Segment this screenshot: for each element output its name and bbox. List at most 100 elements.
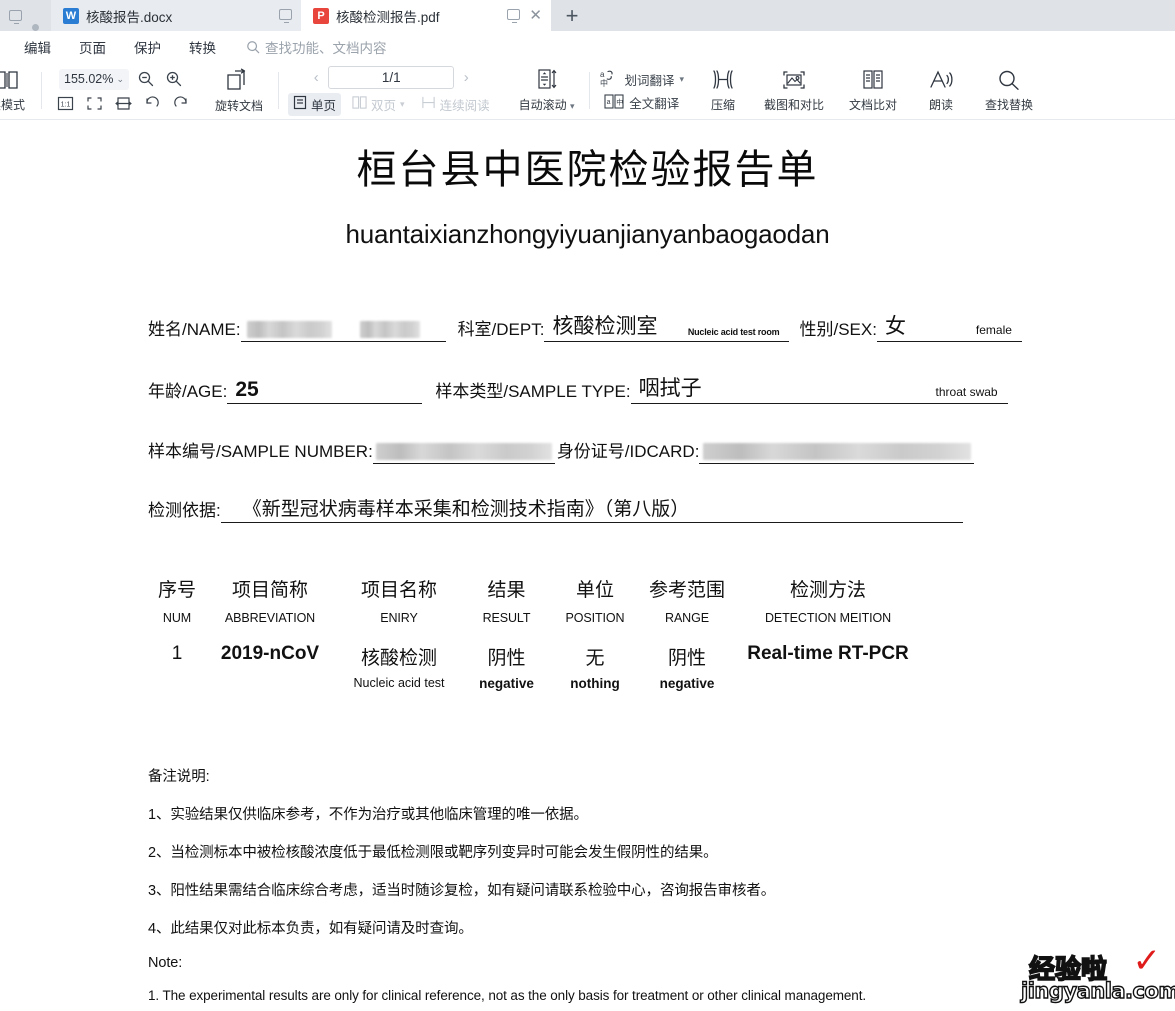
auto-scroll-button[interactable]: 自动滚动 ▾ bbox=[515, 68, 579, 113]
table-header-cell: 参考范围 RANGE bbox=[648, 580, 725, 625]
tab-pdf[interactable]: P 核酸检测报告.pdf ✕ bbox=[301, 0, 551, 31]
pdf-page[interactable]: 桓台县中医院检验报告单 huantaixianzhongyiyuanjianya… bbox=[0, 120, 1175, 1011]
toolbar-readaloud-group: 朗读 bbox=[912, 62, 972, 119]
page-subtitle: huantaixianzhongyiyuanjianyanbaogaodan bbox=[345, 219, 830, 249]
zoom-level-value: 155.02% bbox=[64, 72, 114, 86]
chevron-down-icon: ▾ bbox=[679, 73, 685, 84]
tab-label: 核酸报告.docx bbox=[86, 9, 173, 25]
book-icon bbox=[0, 69, 19, 94]
menu-item-protect[interactable]: 保护 bbox=[120, 37, 175, 57]
app-window: W 核酸报告.docx P 核酸检测报告.pdf ✕ + 编辑 页面 保护 转换 bbox=[0, 0, 1175, 1011]
sample-type-value-cn: 咽拭子 bbox=[638, 377, 702, 400]
basis-value-text: 《新型冠状病毒样本采集和检测技术指南》（第八版） bbox=[242, 498, 690, 520]
auto-scroll-label: 自动滚动 ▾ bbox=[518, 98, 575, 112]
toolbar-doccompare-group: 文档比对 bbox=[836, 62, 912, 119]
svg-text:a: a bbox=[607, 99, 611, 106]
toolbar-findreplace-group: 查找替换 bbox=[972, 62, 1048, 119]
notes-heading-en: Note: bbox=[148, 955, 183, 971]
read-aloud-label: 朗读 bbox=[929, 97, 954, 112]
svg-text:中: 中 bbox=[616, 97, 623, 106]
compress-button[interactable]: 压缩 bbox=[700, 69, 746, 113]
zoom-in-button[interactable] bbox=[163, 68, 185, 90]
basis-label: 检测依据: bbox=[148, 501, 221, 520]
actual-size-button[interactable]: 1:1 bbox=[55, 93, 75, 113]
next-page-button[interactable]: › bbox=[459, 69, 473, 86]
word-translate-icon: a 中 bbox=[599, 69, 619, 90]
table-cell: 2019-nCoV bbox=[220, 643, 320, 664]
fit-width-button[interactable] bbox=[113, 93, 133, 113]
table-row: 1 2019-nCoV 核酸检测 Nucleic acid test 阴性 ne… bbox=[148, 625, 1028, 691]
note-line-cn: 2、当检测标本中被检核酸浓度低于最低检测限或靶序列变异时可能会发生假阴性的结果。 bbox=[148, 845, 718, 861]
name-label: 姓名/NAME: bbox=[148, 320, 241, 339]
double-page-label: 双页 bbox=[371, 98, 397, 113]
menu-item-edit[interactable]: 编辑 bbox=[10, 37, 65, 57]
dept-value-en: Nucleic acid test room bbox=[687, 327, 780, 337]
single-page-icon bbox=[293, 95, 307, 113]
search-icon bbox=[246, 40, 260, 54]
search-input[interactable]: 查找功能、文档内容 bbox=[246, 37, 387, 57]
svg-text:a: a bbox=[600, 70, 605, 79]
single-page-button[interactable]: 单页 bbox=[288, 92, 342, 116]
table-header-cell: 项目简称 ABBREVIATION bbox=[224, 580, 316, 625]
results-table: 序号 NUM 项目简称 ABBREVIATION 项目名称 ENIRY 结果 R… bbox=[148, 575, 1028, 691]
window-menu-icon[interactable] bbox=[0, 0, 30, 31]
close-icon[interactable]: ✕ bbox=[529, 8, 542, 23]
find-replace-icon bbox=[996, 69, 1022, 94]
tab-monitor-icon[interactable] bbox=[507, 8, 521, 23]
menu-bar: 编辑 页面 保护 转换 查找功能、文档内容 bbox=[0, 31, 1175, 62]
table-header-cell: 项目名称 ENIRY bbox=[360, 580, 437, 625]
table-header-cell: 结果 RESULT bbox=[482, 580, 531, 625]
info-row-1: 姓名/NAME: 科室/DEPT: 核酸检测室 Nucleic acid tes… bbox=[148, 310, 1022, 342]
table-header-row: 序号 NUM 项目简称 ABBREVIATION 项目名称 ENIRY 结果 R… bbox=[148, 575, 1028, 625]
sex-value-en: female bbox=[975, 323, 1012, 337]
rotate-left-button[interactable] bbox=[142, 93, 162, 113]
rotate-right-button[interactable] bbox=[171, 93, 191, 113]
note-line-cn: 3、阳性结果需结合临床综合考虑，适当时随诊复检，如有疑问请联系检验中心，咨询报告… bbox=[148, 883, 776, 899]
auto-scroll-icon bbox=[535, 68, 559, 94]
table-cell: 1 bbox=[171, 643, 183, 664]
sample-type-value: 咽拭子 throat swab bbox=[630, 372, 1008, 404]
doc-compare-label: 文档比对 bbox=[849, 97, 898, 112]
doc-compare-button[interactable]: 文档比对 bbox=[842, 69, 904, 113]
info-row-4: 检测依据: 《新型冠状病毒样本采集和检测技术指南》（第八版） bbox=[148, 494, 1012, 523]
toolbar-divider bbox=[41, 72, 42, 109]
table-header-cell: 单位 POSITION bbox=[565, 580, 625, 625]
age-value-number: 25 bbox=[235, 378, 259, 401]
compress-icon bbox=[710, 69, 736, 94]
screenshot-compare-button[interactable]: 截图和对比 bbox=[760, 69, 828, 113]
tab-docx[interactable]: W 核酸报告.docx bbox=[51, 0, 301, 31]
word-translate-button[interactable]: a 中 划词翻译 ▾ bbox=[599, 69, 684, 90]
read-aloud-button[interactable]: 朗读 bbox=[918, 69, 964, 113]
word-icon: W bbox=[63, 7, 79, 24]
zoom-out-button[interactable] bbox=[135, 68, 157, 90]
basis-value: 《新型冠状病毒样本采集和检测技术指南》（第八版） bbox=[220, 494, 963, 523]
toolbar-autoscroll-group: 自动滚动 ▾ bbox=[501, 62, 587, 119]
new-tab-button[interactable]: + bbox=[551, 0, 593, 31]
menu-item-page[interactable]: 页面 bbox=[65, 37, 120, 57]
read-mode-button[interactable]: 读模式 bbox=[0, 69, 30, 113]
prev-page-button[interactable]: ‹ bbox=[309, 69, 323, 86]
menu-item-convert[interactable]: 转换 bbox=[175, 37, 230, 57]
toolbar-compress-group: 压缩 bbox=[690, 62, 754, 119]
tab-status-dot bbox=[32, 24, 39, 31]
checkmark-icon: ✓ bbox=[1132, 942, 1162, 980]
age-value: 25 bbox=[227, 378, 423, 404]
rotate-document-icon bbox=[226, 68, 252, 95]
table-cell: 阴性 negative bbox=[479, 648, 534, 691]
word-translate-label: 划词翻译 bbox=[624, 73, 675, 88]
fit-page-button[interactable] bbox=[84, 93, 104, 113]
full-translate-button[interactable]: a 中 全文翻译 bbox=[604, 93, 679, 113]
continuous-read-button[interactable]: 连续阅读 bbox=[416, 93, 495, 116]
page-number-input[interactable]: 1/1 bbox=[328, 65, 455, 89]
compress-label: 压缩 bbox=[711, 97, 736, 112]
toolbar-read-mode-group: 读模式 bbox=[0, 62, 38, 119]
screenshot-compare-icon bbox=[781, 69, 807, 94]
find-replace-button[interactable]: 查找替换 bbox=[978, 69, 1040, 113]
sample-type-label: 样本类型/SAMPLE TYPE: bbox=[435, 382, 631, 401]
find-replace-label: 查找替换 bbox=[985, 97, 1034, 112]
dept-value: 核酸检测室 Nucleic acid test room bbox=[544, 310, 790, 342]
tab-monitor-icon[interactable] bbox=[279, 8, 292, 23]
double-page-button[interactable]: 双页 ▾ bbox=[347, 93, 410, 116]
zoom-level-select[interactable]: 155.02% ⌄ bbox=[59, 68, 129, 90]
rotate-document-button[interactable]: 旋转文档 bbox=[211, 68, 267, 114]
